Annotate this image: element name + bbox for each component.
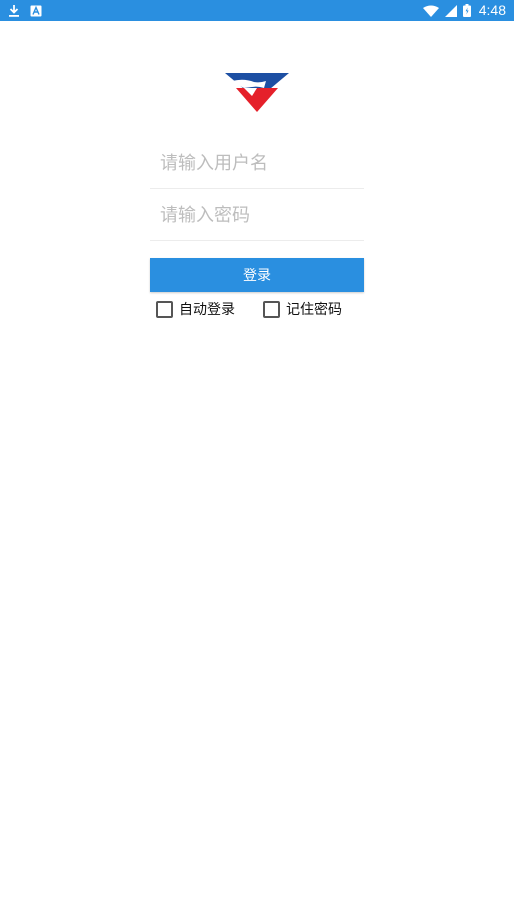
signal-icon [444,4,457,17]
login-button[interactable]: 登录 [150,258,364,292]
remember-password-label: 记住密码 [286,302,342,318]
status-time: 4:48 [478,2,506,18]
status-system: 4:48 [422,0,506,21]
status-notifications [8,0,42,21]
download-icon [9,5,19,17]
remember-password-box[interactable] [263,300,280,318]
status-bar: 4:48 [0,0,514,21]
remember-password-checkbox[interactable]: 记住密码 [263,300,342,318]
password-input[interactable] [150,191,364,240]
brand-logo-icon [225,73,289,112]
battery-icon [462,4,471,17]
auto-login-label: 自动登录 [179,302,235,318]
wifi-icon [422,5,439,17]
password-field [150,191,364,241]
auto-login-box[interactable] [156,300,173,318]
username-input[interactable] [150,139,364,188]
notification-a-icon [30,5,42,16]
username-field [150,139,364,189]
auto-login-checkbox[interactable]: 自动登录 [156,300,235,318]
